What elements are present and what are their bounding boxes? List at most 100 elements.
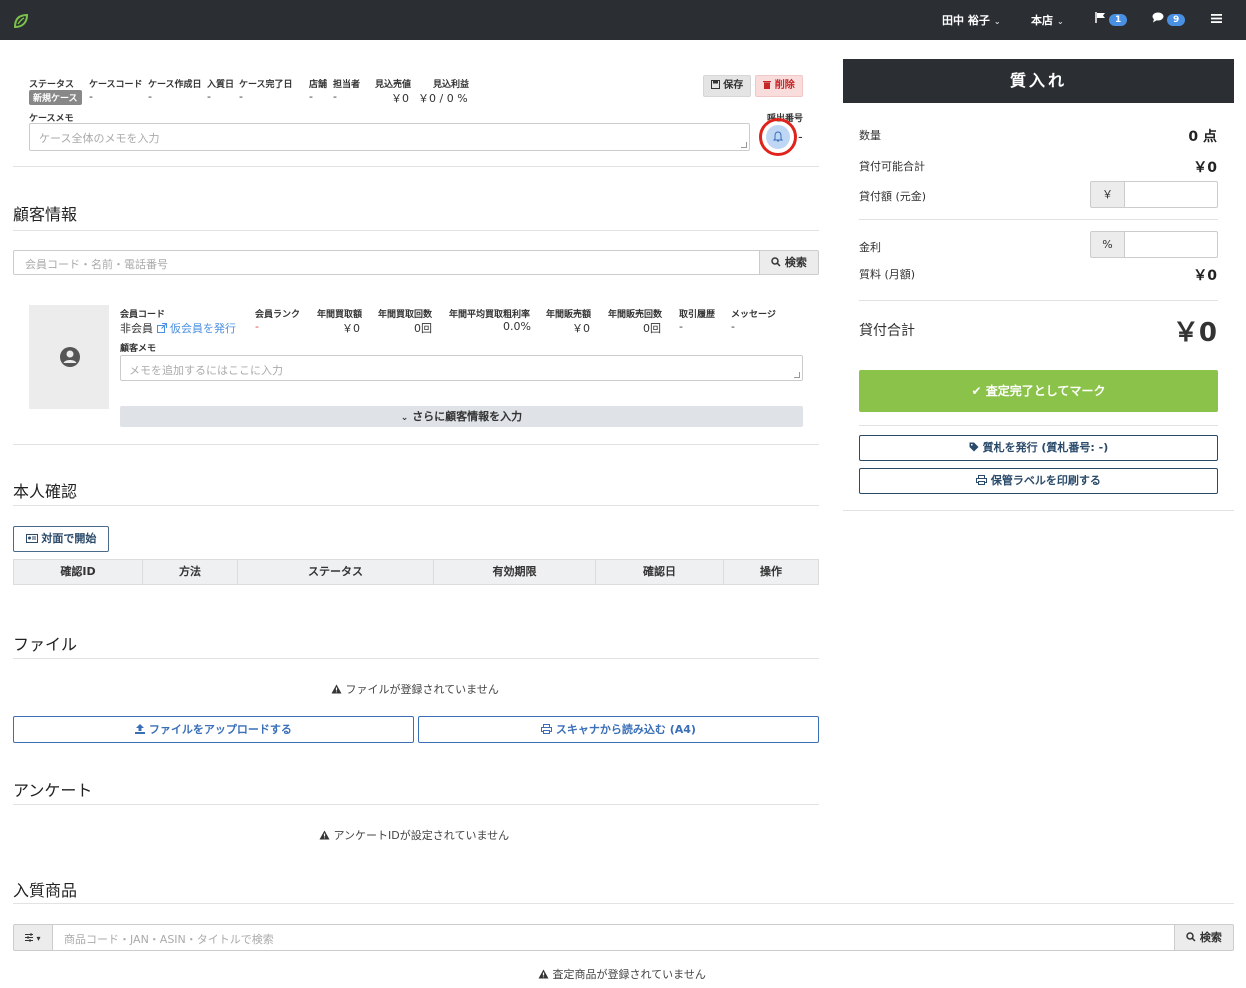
message-value: - bbox=[731, 320, 735, 333]
chevron-down-icon: ⌄ bbox=[993, 17, 1001, 26]
header-annual-sales-amount: 年間販売額 bbox=[546, 310, 592, 320]
header-annual-purchase-count: 年間買取回数 bbox=[378, 310, 433, 320]
case-memo-input[interactable]: ケース全体のメモを入力 bbox=[29, 123, 750, 151]
warning-icon bbox=[538, 969, 549, 979]
divider bbox=[859, 300, 1218, 301]
header-message: メッセージ bbox=[731, 310, 776, 320]
member-rank-value: - bbox=[255, 320, 259, 333]
fee-label: 質料 (月額) bbox=[859, 268, 916, 281]
identity-section-title: 本人確認 bbox=[13, 482, 78, 501]
resize-grip-icon[interactable] bbox=[794, 372, 800, 378]
upload-file-button[interactable]: ファイルをアップロードする bbox=[13, 716, 414, 743]
more-customer-info-label: さらに顧客情報を入力 bbox=[412, 410, 523, 423]
filter-settings-button[interactable]: ▾ bbox=[13, 924, 53, 951]
header-created-date: ケース作成日 bbox=[148, 80, 202, 90]
delete-button[interactable]: 削除 bbox=[755, 75, 803, 97]
chevron-down-icon: ⌄ bbox=[400, 413, 409, 423]
message-notifications[interactable]: 9 bbox=[1152, 12, 1186, 26]
products-empty-text: 査定商品が登録されていません bbox=[552, 968, 706, 981]
files-empty-text: ファイルが登録されていません bbox=[345, 683, 499, 696]
staff-value: - bbox=[333, 90, 337, 103]
search-icon bbox=[771, 257, 781, 267]
completed-date-value: - bbox=[239, 90, 243, 103]
save-button[interactable]: 保存 bbox=[703, 75, 751, 97]
case-code-value: - bbox=[89, 90, 93, 103]
tag-icon bbox=[969, 442, 979, 452]
warning-icon bbox=[331, 684, 342, 694]
product-search-placeholder: 商品コード・JAN・ASIN・タイトルで検索 bbox=[64, 933, 274, 946]
resize-grip-icon[interactable] bbox=[741, 142, 747, 148]
customer-search-placeholder: 会員コード・名前・電話番号 bbox=[25, 258, 168, 271]
hamburger-menu-icon[interactable] bbox=[1211, 13, 1222, 27]
call-bell-button[interactable] bbox=[766, 125, 790, 149]
column-header[interactable]: ステータス bbox=[238, 560, 434, 584]
header-annual-margin-rate: 年間平均買取粗利率 bbox=[449, 310, 531, 320]
header-pawn-date: 入質日 bbox=[207, 80, 235, 90]
quantity-value: 0 点 bbox=[1188, 129, 1217, 145]
more-customer-info-button[interactable]: ⌄ さらに顧客情報を入力 bbox=[120, 406, 803, 427]
column-header[interactable]: 有効期限 bbox=[434, 560, 596, 584]
flag-notifications[interactable]: 1 bbox=[1095, 12, 1128, 26]
column-header[interactable]: 確認日 bbox=[596, 560, 724, 584]
case-memo-placeholder: ケース全体のメモを入力 bbox=[39, 132, 160, 145]
customer-memo-input[interactable]: メモを追加するにはここに入力 bbox=[120, 355, 803, 381]
interest-label: 金利 bbox=[859, 241, 881, 254]
history-value: - bbox=[679, 320, 683, 333]
product-search-label: 検索 bbox=[1199, 931, 1222, 944]
loanable-total-label: 貸付可能合計 bbox=[859, 160, 925, 173]
divider bbox=[859, 219, 1218, 220]
upload-file-label: ファイルをアップロードする bbox=[148, 723, 292, 736]
customer-search-button[interactable]: 検索 bbox=[759, 250, 819, 275]
column-header[interactable]: 操作 bbox=[724, 560, 818, 584]
delete-label: 削除 bbox=[774, 80, 795, 91]
column-header[interactable]: 確認ID bbox=[14, 560, 143, 584]
header-case-code: ケースコード bbox=[89, 80, 143, 90]
scan-a4-label: スキャナから読み込む (A4) bbox=[555, 723, 696, 736]
header-completed-date: ケース完了日 bbox=[239, 80, 293, 90]
customer-memo-label: 顧客メモ bbox=[120, 344, 157, 354]
scan-a4-button[interactable]: スキャナから読み込む (A4) bbox=[418, 716, 819, 743]
member-status: 非会員 仮会員を発行 bbox=[120, 320, 236, 336]
identity-table-header: 確認ID 方法 ステータス 有効期限 確認日 操作 bbox=[13, 559, 819, 585]
sliders-icon bbox=[25, 933, 34, 942]
issue-ticket-button[interactable]: 質札を発行 (質札番号: -) bbox=[859, 435, 1218, 461]
issue-ticket-label: 質札を発行 (質札番号: -) bbox=[982, 441, 1109, 454]
product-search-button[interactable]: 検索 bbox=[1174, 924, 1234, 951]
chevron-down-icon: ⌄ bbox=[1057, 17, 1064, 26]
flag-count-badge: 1 bbox=[1109, 14, 1128, 26]
check-icon: ✔ bbox=[971, 384, 982, 398]
external-link-icon bbox=[156, 323, 167, 333]
annual-sales-amount-value: ￥0 bbox=[572, 322, 590, 335]
annual-purchase-count-value: 0回 bbox=[414, 322, 432, 335]
yen-addon: ￥ bbox=[1090, 181, 1125, 208]
start-face-to-face-button[interactable]: 対面で開始 bbox=[13, 526, 109, 552]
customer-search-label: 検索 bbox=[784, 256, 807, 269]
products-section-title: 入質商品 bbox=[13, 881, 78, 900]
header-annual-purchase-amount: 年間買取額 bbox=[317, 310, 363, 320]
product-search-input[interactable]: 商品コード・JAN・ASIN・タイトルで検索 bbox=[52, 924, 1175, 951]
save-label: 保存 bbox=[723, 80, 744, 91]
print-storage-label-button[interactable]: 保管ラベルを印刷する bbox=[859, 468, 1218, 494]
quantity-label: 数量 bbox=[859, 129, 881, 142]
divider bbox=[859, 425, 1218, 426]
store-menu[interactable]: 本店 ⌄ bbox=[1031, 12, 1064, 28]
header-expected-price: 見込売値 bbox=[375, 80, 412, 90]
mark-complete-button[interactable]: ✔ 査定完了としてマーク bbox=[859, 370, 1218, 412]
customer-memo-placeholder: メモを追加するにはここに入力 bbox=[129, 364, 283, 377]
column-header[interactable]: 方法 bbox=[143, 560, 238, 584]
annual-margin-rate-value: 0.0% bbox=[503, 320, 531, 333]
survey-section-title: アンケート bbox=[13, 781, 93, 800]
created-date-value: - bbox=[148, 90, 152, 103]
issue-temp-member-link[interactable]: 仮会員を発行 bbox=[156, 322, 236, 335]
user-menu[interactable]: 田中 裕子 ⌄ bbox=[942, 12, 1001, 28]
trash-icon bbox=[763, 81, 772, 89]
logo-icon[interactable] bbox=[12, 12, 30, 30]
loan-amount-input[interactable] bbox=[1124, 181, 1218, 208]
products-empty-message: 査定商品が登録されていません bbox=[538, 966, 706, 982]
customer-search-input[interactable]: 会員コード・名前・電話番号 bbox=[13, 250, 760, 275]
interest-input[interactable] bbox=[1124, 231, 1218, 258]
divider bbox=[13, 903, 1234, 904]
header-staff: 担当者 bbox=[333, 80, 361, 90]
user-name: 田中 裕子 bbox=[942, 14, 990, 27]
id-card-icon bbox=[25, 534, 38, 543]
